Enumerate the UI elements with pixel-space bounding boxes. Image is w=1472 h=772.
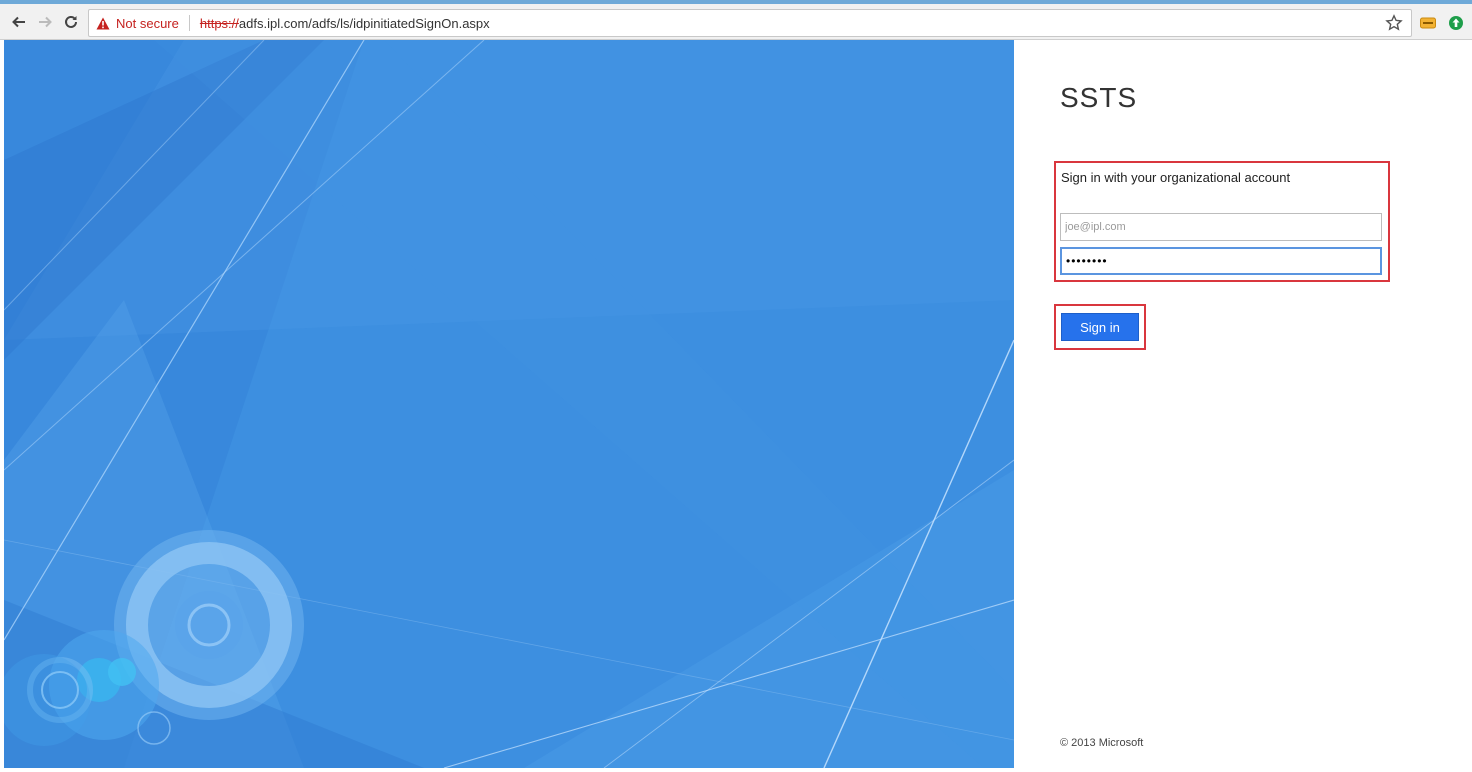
extension-icon <box>1449 16 1463 30</box>
credentials-highlight: Sign in with your organizational account <box>1054 161 1390 282</box>
signin-heading: Sign in with your organizational account <box>1061 170 1291 185</box>
warning-icon <box>96 17 110 30</box>
copyright-footer: © 2013 Microsoft <box>1060 737 1144 749</box>
url-path: adfs.ipl.com/adfs/ls/idpinitiatedSignOn.… <box>238 15 490 31</box>
reload-icon <box>65 15 77 28</box>
reload-button[interactable] <box>60 11 82 33</box>
bookmark-star-button[interactable] <box>1385 14 1403 32</box>
url-text[interactable]: https://adfs.ipl.com/adfs/ls/idpinitiate… <box>200 16 490 31</box>
extension-icon <box>1420 17 1436 29</box>
back-arrow-icon <box>12 16 25 28</box>
browser-toolbar: Not secure https://adfs.ipl.com/adfs/ls/… <box>0 0 1472 40</box>
signin-button[interactable]: Sign in <box>1061 313 1139 341</box>
email-field[interactable] <box>1060 213 1382 241</box>
password-field[interactable] <box>1060 247 1382 275</box>
forward-button[interactable] <box>34 11 56 33</box>
star-icon <box>1385 14 1403 31</box>
url-scheme: https:// <box>199 15 239 31</box>
submit-highlight: Sign in <box>1054 304 1146 350</box>
address-bar[interactable]: Not secure https://adfs.ipl.com/adfs/ls/… <box>88 9 1412 37</box>
back-button[interactable] <box>8 11 30 33</box>
extension-button[interactable] <box>1448 15 1464 31</box>
background-illustration <box>4 40 1014 768</box>
page-title: SSTS <box>1060 82 1138 113</box>
forward-arrow-icon <box>39 16 52 28</box>
omnibox-divider <box>188 15 190 31</box>
signin-panel: SSTS Sign in with your organizational ac… <box>1014 40 1468 768</box>
security-label[interactable]: Not secure <box>116 16 179 31</box>
extension-button[interactable] <box>1420 15 1436 31</box>
illustration-panel <box>4 40 1014 768</box>
